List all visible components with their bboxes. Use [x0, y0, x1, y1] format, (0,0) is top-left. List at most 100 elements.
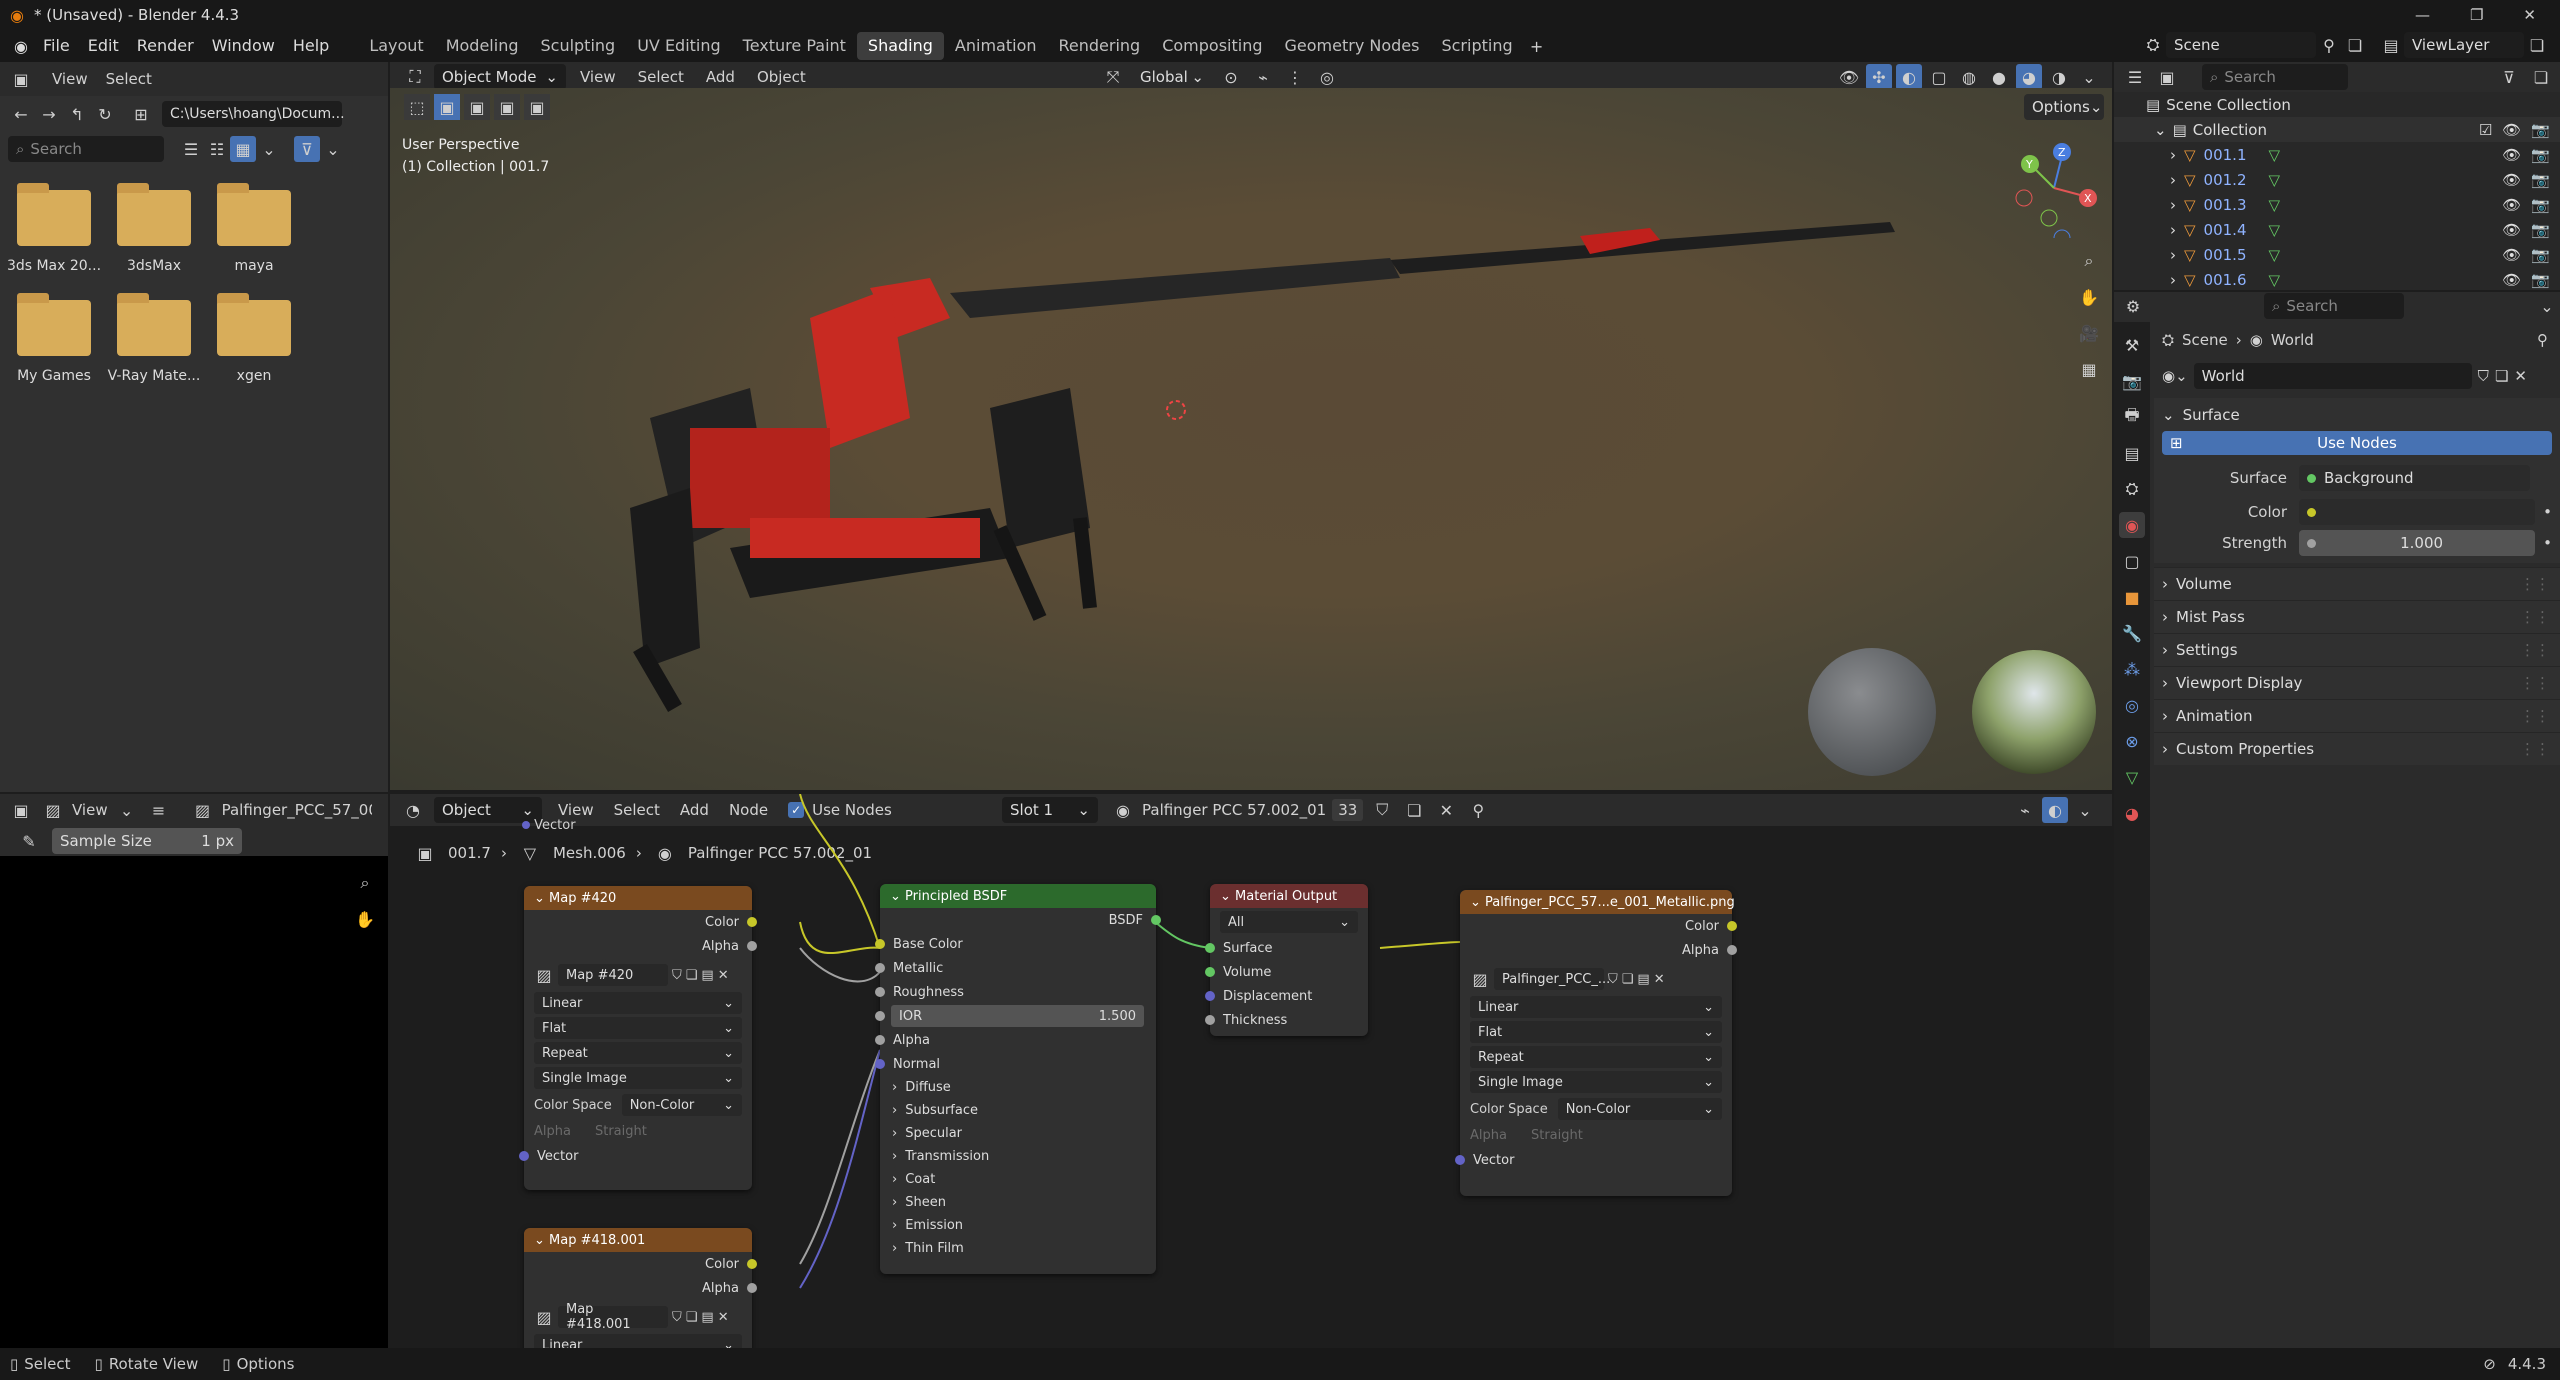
eye-icon[interactable]: 👁	[2502, 146, 2521, 164]
tool-tab-icon[interactable]: ⚒	[2119, 332, 2145, 358]
drag-handle-icon[interactable]: ⋮⋮	[2520, 707, 2560, 725]
tab-modeling[interactable]: Modeling	[435, 32, 530, 60]
pin-icon[interactable]: ⚲	[2537, 331, 2560, 349]
tab-layout[interactable]: Layout	[358, 32, 434, 60]
eye-icon[interactable]: 👁	[2502, 121, 2521, 139]
ortho-grid-icon[interactable]: ▦	[2076, 356, 2102, 382]
checkbox-icon[interactable]: ☑	[2479, 121, 2492, 139]
duplicate-icon[interactable]: ❏	[686, 968, 698, 983]
chevron-right-icon[interactable]: ›	[2170, 246, 2176, 264]
chevron-down-icon[interactable]: ⌄	[2534, 293, 2560, 319]
modifier-tab-icon[interactable]: 🔧	[2119, 620, 2145, 646]
chevron-down-icon[interactable]: ⌄	[2076, 64, 2102, 90]
fake-user-icon[interactable]: ⛉	[672, 1310, 682, 1325]
fake-user-icon[interactable]: ⛉	[1608, 972, 1618, 987]
editor-type-icon[interactable]: ☰	[2122, 64, 2148, 90]
pin-icon[interactable]: ⚲	[2316, 32, 2342, 58]
tab-compositing[interactable]: Compositing	[1151, 32, 1273, 60]
constraints-tab-icon[interactable]: ⊗	[2119, 728, 2145, 754]
fb-menu-select[interactable]: Select	[106, 70, 152, 88]
maximize-icon[interactable]: ❐	[2470, 6, 2483, 24]
section-mist-pass[interactable]: › Mist Pass ⋮⋮	[2154, 600, 2560, 633]
vp-menu-object[interactable]: Object	[757, 68, 806, 86]
ior-field[interactable]: IOR 1.500	[891, 1005, 1144, 1027]
camera-icon[interactable]: 📷	[2531, 246, 2550, 264]
gizmo-icon[interactable]: ✣	[1866, 64, 1892, 90]
extension-dropdown[interactable]: Repeat ⌄	[1470, 1046, 1722, 1068]
zoom-icon[interactable]: ⌕	[352, 870, 378, 896]
image-icon[interactable]: ▨	[534, 962, 554, 988]
output-tab-icon[interactable]: 🖶	[2119, 404, 2145, 430]
view-mode-icon[interactable]: ▨	[40, 797, 66, 823]
display-list-icon[interactable]: ☰	[178, 136, 204, 162]
eyedropper-icon[interactable]: ✎	[16, 828, 42, 854]
particles-tab-icon[interactable]: ⁂	[2119, 656, 2145, 682]
menu-help[interactable]: Help	[284, 31, 338, 61]
chevron-down-icon[interactable]: ⌄	[534, 1233, 545, 1248]
close-window-icon[interactable]: ✕	[2523, 6, 2536, 24]
eye-icon[interactable]: 👁	[2502, 271, 2521, 289]
target-dropdown[interactable]: All ⌄	[1220, 911, 1358, 933]
chevron-down-icon[interactable]: ⌄	[320, 136, 346, 162]
chevron-right-icon[interactable]: ›	[2170, 221, 2176, 239]
forward-icon[interactable]: →	[36, 101, 62, 127]
material-output-node[interactable]: ⌄ Material Output All ⌄ Surface Volume Di…	[1205, 884, 1368, 1036]
folder-item[interactable]: V-Ray Mate...	[104, 293, 204, 384]
minimize-icon[interactable]: —	[2415, 6, 2430, 24]
keyframe-dot-icon[interactable]: •	[2543, 503, 2552, 521]
chevron-right-icon[interactable]: ›	[2170, 146, 2176, 164]
tab-rendering[interactable]: Rendering	[1048, 32, 1152, 60]
section-viewport-display[interactable]: › Viewport Display ⋮⋮	[2154, 666, 2560, 699]
snap-icon[interactable]: ⌁	[1250, 64, 1276, 90]
tab-texture-paint[interactable]: Texture Paint	[732, 32, 857, 60]
menu-edit[interactable]: Edit	[79, 31, 128, 61]
camera-icon[interactable]: 📷	[2531, 196, 2550, 214]
keyframe-dot-icon[interactable]: •	[2543, 534, 2552, 552]
eye-icon[interactable]: 👁	[2502, 246, 2521, 264]
image-icon[interactable]: ▨	[534, 1304, 554, 1330]
strength-field[interactable]: 1.000	[2299, 530, 2536, 556]
drag-handle-icon[interactable]: ⋮⋮	[2520, 608, 2560, 626]
menu-render[interactable]: Render	[128, 31, 203, 61]
pivot-icon[interactable]: ⊙	[1218, 64, 1244, 90]
use-nodes-button[interactable]: ⊞ Use Nodes	[2162, 431, 2552, 455]
unlink-icon[interactable]: ✕	[718, 968, 729, 983]
folder-item[interactable]: maya	[204, 183, 304, 274]
eye-icon[interactable]: 👁	[2502, 196, 2521, 214]
path-field[interactable]: C:\Users\hoang\Docum...	[162, 101, 345, 127]
color-space-dropdown[interactable]: Non-Color ⌄	[621, 1094, 742, 1116]
chevron-down-icon[interactable]: ⌄	[890, 889, 901, 904]
shading-wire-icon[interactable]: ◍	[1956, 64, 1982, 90]
ie-menu-view[interactable]: View	[72, 801, 108, 819]
extension-dropdown[interactable]: Repeat ⌄	[534, 1042, 742, 1064]
outliner-item[interactable]: › ▽ 001.6 ▽ 👁 📷	[2114, 267, 2560, 292]
3d-viewport[interactable]: ⬚ ▣ ▣ ▣ ▣ Options ⌄ User Perspective (1) …	[390, 88, 2112, 790]
interpolation-dropdown[interactable]: Linear ⌄	[534, 1334, 742, 1348]
new-scene-icon[interactable]: ❏	[2342, 32, 2368, 58]
object-tab-icon[interactable]: ■	[2119, 584, 2145, 610]
scene-selector[interactable]: Scene	[2166, 32, 2316, 58]
bsdf-panel-subsurface[interactable]: › Subsurface	[880, 1099, 1156, 1122]
drag-handle-icon[interactable]: ⋮⋮	[2520, 740, 2560, 758]
chevron-right-icon[interactable]: ›	[2170, 271, 2176, 289]
bsdf-panel-specular[interactable]: › Specular	[880, 1122, 1156, 1145]
bsdf-panel-thin-film[interactable]: › Thin Film	[880, 1237, 1156, 1260]
drag-handle-icon[interactable]: ⋮⋮	[2520, 641, 2560, 659]
tab-sculpting[interactable]: Sculpting	[529, 32, 626, 60]
fb-menu-view[interactable]: View	[52, 70, 88, 88]
sample-size-field[interactable]: Sample Size 1 px	[52, 828, 242, 854]
hand-pan-icon[interactable]: ✋	[352, 906, 378, 932]
outliner-item[interactable]: › ▽ 001.2 ▽ 👁 📷	[2114, 167, 2560, 192]
shading-rendered-icon[interactable]: ◑	[2046, 64, 2072, 90]
filter-icon[interactable]: ⊽	[294, 136, 320, 162]
folder-item[interactable]: 3ds Max 20...	[4, 183, 104, 274]
tab-uv-editing[interactable]: UV Editing	[626, 32, 731, 60]
chevron-down-icon[interactable]: ⌄	[256, 136, 282, 162]
section-settings[interactable]: › Settings ⋮⋮	[2154, 633, 2560, 666]
parent-dir-icon[interactable]: ↰	[64, 101, 90, 127]
folder-item[interactable]: xgen	[204, 293, 304, 384]
bsdf-panel-emission[interactable]: › Emission	[880, 1214, 1156, 1237]
vp-menu-view[interactable]: View	[580, 68, 616, 86]
render-tab-icon[interactable]: 📷	[2119, 368, 2145, 394]
transform-orientation-selector[interactable]: Global ⌄	[1132, 64, 1212, 90]
